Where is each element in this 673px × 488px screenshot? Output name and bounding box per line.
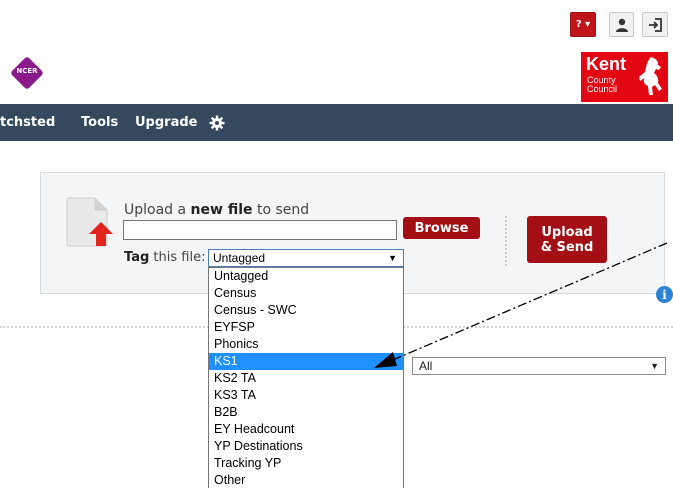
tag-label-bold: Tag	[124, 250, 150, 265]
logout-icon	[649, 17, 662, 32]
filter-select[interactable]: All ▼	[412, 357, 666, 375]
tag-file-select[interactable]: Untagged ▼	[208, 249, 404, 267]
upload-send-line1: Upload	[541, 224, 593, 240]
help-menu-button[interactable]: ? ▾	[570, 12, 596, 37]
tag-options-list: Untagged Census Census - SWC EYFSP Phonics KS…	[208, 267, 404, 488]
horse-emblem-icon	[639, 57, 662, 95]
tag-option-phonics[interactable]: Phonics	[209, 336, 403, 353]
tag-label-rest: this file:	[149, 250, 206, 265]
tag-option-untagged[interactable]: Untagged	[209, 268, 403, 285]
upload-label-prefix: Upload a	[124, 202, 191, 218]
tag-option-ey-headcount[interactable]: EY Headcount	[209, 421, 403, 438]
page: ? ▾ NCER Kent County Council tchsted Too…	[0, 0, 673, 488]
info-icon[interactable]: i	[656, 286, 673, 303]
file-path-input[interactable]	[123, 220, 397, 240]
upload-label-suffix: to send	[252, 202, 310, 218]
ncer-logo-text: NCER	[16, 67, 38, 75]
logout-button[interactable]	[642, 12, 668, 37]
kent-county-council-logo: Kent County Council	[581, 52, 668, 102]
tag-select-value: Untagged	[213, 251, 266, 265]
ncer-logo[interactable]: NCER	[10, 56, 44, 90]
upload-label-bold: new file	[190, 202, 253, 218]
kent-logo-line2: Council	[587, 84, 618, 94]
help-label: ? ▾	[575, 19, 591, 30]
nav-item-watchsted[interactable]: tchsted	[0, 115, 55, 130]
upload-send-line2: & Send	[540, 239, 594, 255]
kent-logo-word: Kent	[586, 54, 626, 74]
tag-option-b2b[interactable]: B2B	[209, 404, 403, 421]
user-icon	[615, 18, 628, 32]
filter-select-value: All	[419, 359, 433, 373]
nav-item-tools[interactable]: Tools	[81, 115, 118, 130]
browse-button[interactable]: Browse	[403, 217, 480, 239]
tag-option-census-swc[interactable]: Census - SWC	[209, 302, 403, 319]
tag-option-census[interactable]: Census	[209, 285, 403, 302]
tag-option-eyfsp[interactable]: EYFSP	[209, 319, 403, 336]
main-nav-bar: tchsted Tools Upgrade	[0, 104, 673, 141]
dropdown-arrow-icon: ▼	[388, 253, 397, 263]
tag-file-label: Tag this file:	[124, 250, 205, 265]
upload-and-send-button[interactable]: Upload & Send	[527, 216, 607, 263]
settings-gear-icon[interactable]	[209, 115, 225, 131]
tag-option-yp-destinations[interactable]: YP Destinations	[209, 438, 403, 455]
tag-option-tracking-yp[interactable]: Tracking YP	[209, 455, 403, 472]
tag-option-ks1[interactable]: KS1	[209, 353, 403, 370]
dropdown-arrow-icon: ▼	[650, 361, 659, 371]
nav-item-upgrade[interactable]: Upgrade	[135, 115, 197, 130]
tag-option-other[interactable]: Other	[209, 472, 403, 488]
panel-divider	[505, 216, 507, 266]
file-upload-icon	[66, 197, 113, 247]
tag-option-ks2-ta[interactable]: KS2 TA	[209, 370, 403, 387]
tag-option-ks3-ta[interactable]: KS3 TA	[209, 387, 403, 404]
upload-instruction-label: Upload a new file to send	[124, 202, 309, 218]
user-profile-button[interactable]	[609, 12, 634, 37]
